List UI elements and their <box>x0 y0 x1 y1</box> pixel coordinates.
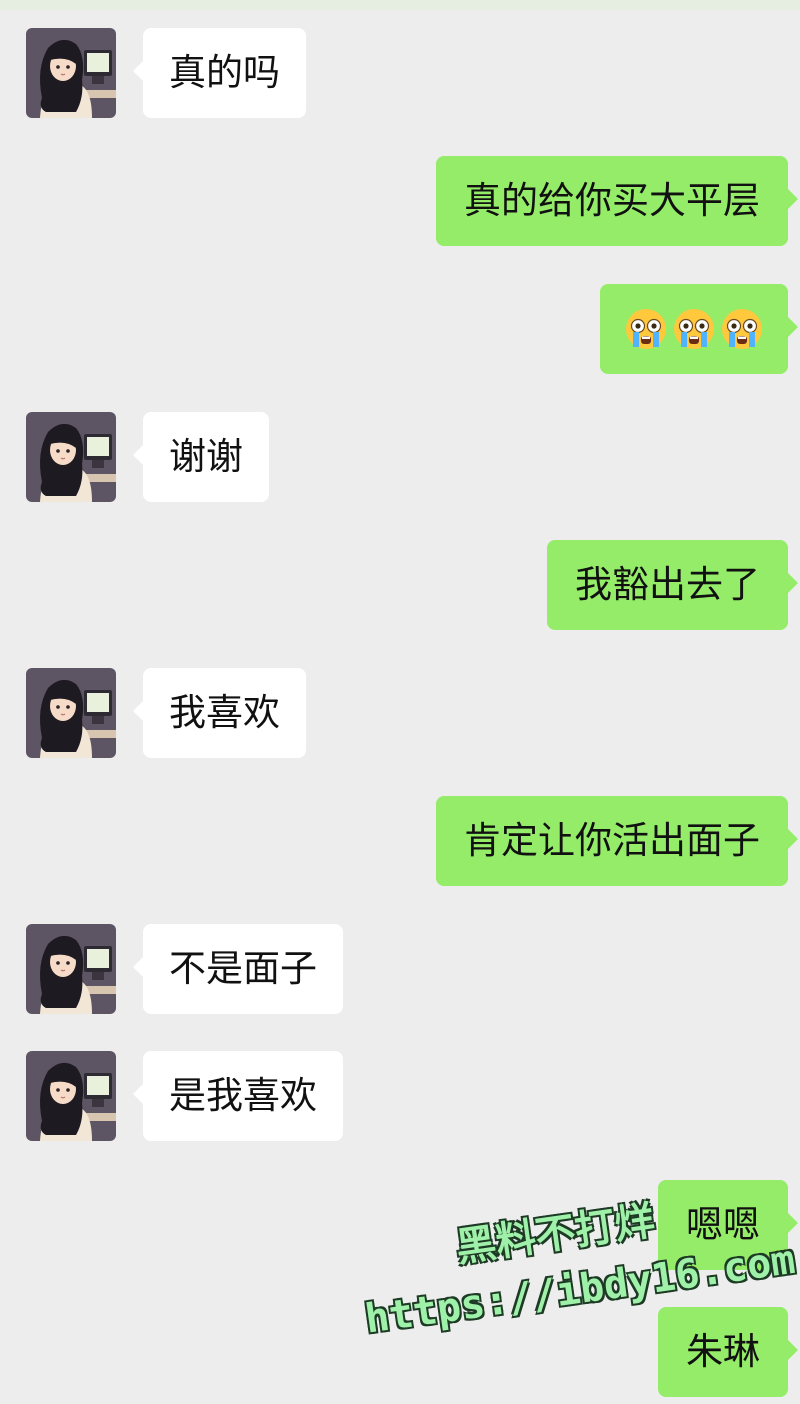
top-status-strip <box>0 0 800 10</box>
message-text: 不是面子 <box>169 947 317 990</box>
sent-message-bubble[interactable]: 肯定让你活出面子 <box>436 796 798 886</box>
received-message-bubble[interactable]: 是我喜欢 <box>133 1051 343 1141</box>
message-text: 谢谢 <box>169 435 243 478</box>
received-message-bubble[interactable]: 不是面子 <box>133 924 343 1014</box>
sent-message-bubble[interactable]: 真的给你买大平层 <box>436 156 798 246</box>
message-text: 真的吗 <box>169 51 280 94</box>
message-text: 我喜欢 <box>169 691 280 734</box>
sent-message-bubble[interactable]: 朱琳 <box>658 1307 798 1397</box>
message-text: 嗯嗯 <box>686 1203 760 1246</box>
crying-face-emoji-icon <box>722 309 762 349</box>
received-message-bubble[interactable]: 谢谢 <box>133 412 269 502</box>
sent-message-bubble[interactable]: 嗯嗯 <box>658 1180 798 1270</box>
received-message-bubble[interactable]: 真的吗 <box>133 28 306 118</box>
contact-avatar[interactable] <box>26 412 116 502</box>
contact-avatar[interactable] <box>26 28 116 118</box>
avatar-icon <box>26 412 116 502</box>
received-message-bubble[interactable]: 我喜欢 <box>133 668 306 758</box>
contact-avatar[interactable] <box>26 668 116 758</box>
avatar-icon <box>26 924 116 1014</box>
message-text: 我豁出去了 <box>575 563 760 606</box>
crying-face-emoji-icon <box>626 309 666 349</box>
avatar-icon <box>26 28 116 118</box>
contact-avatar[interactable] <box>26 1051 116 1141</box>
message-text: 肯定让你活出面子 <box>464 819 760 862</box>
sent-emoji-bubble[interactable] <box>600 284 798 374</box>
contact-avatar[interactable] <box>26 924 116 1014</box>
sent-message-bubble[interactable]: 我豁出去了 <box>547 540 798 630</box>
message-text: 朱琳 <box>686 1330 760 1373</box>
avatar-icon <box>26 1051 116 1141</box>
avatar-icon <box>26 668 116 758</box>
message-text: 是我喜欢 <box>169 1074 317 1117</box>
crying-face-emoji-icon <box>674 309 714 349</box>
message-text: 真的给你买大平层 <box>464 179 760 222</box>
watermark-brand-text: 黑料不打烊 <box>453 1197 658 1272</box>
